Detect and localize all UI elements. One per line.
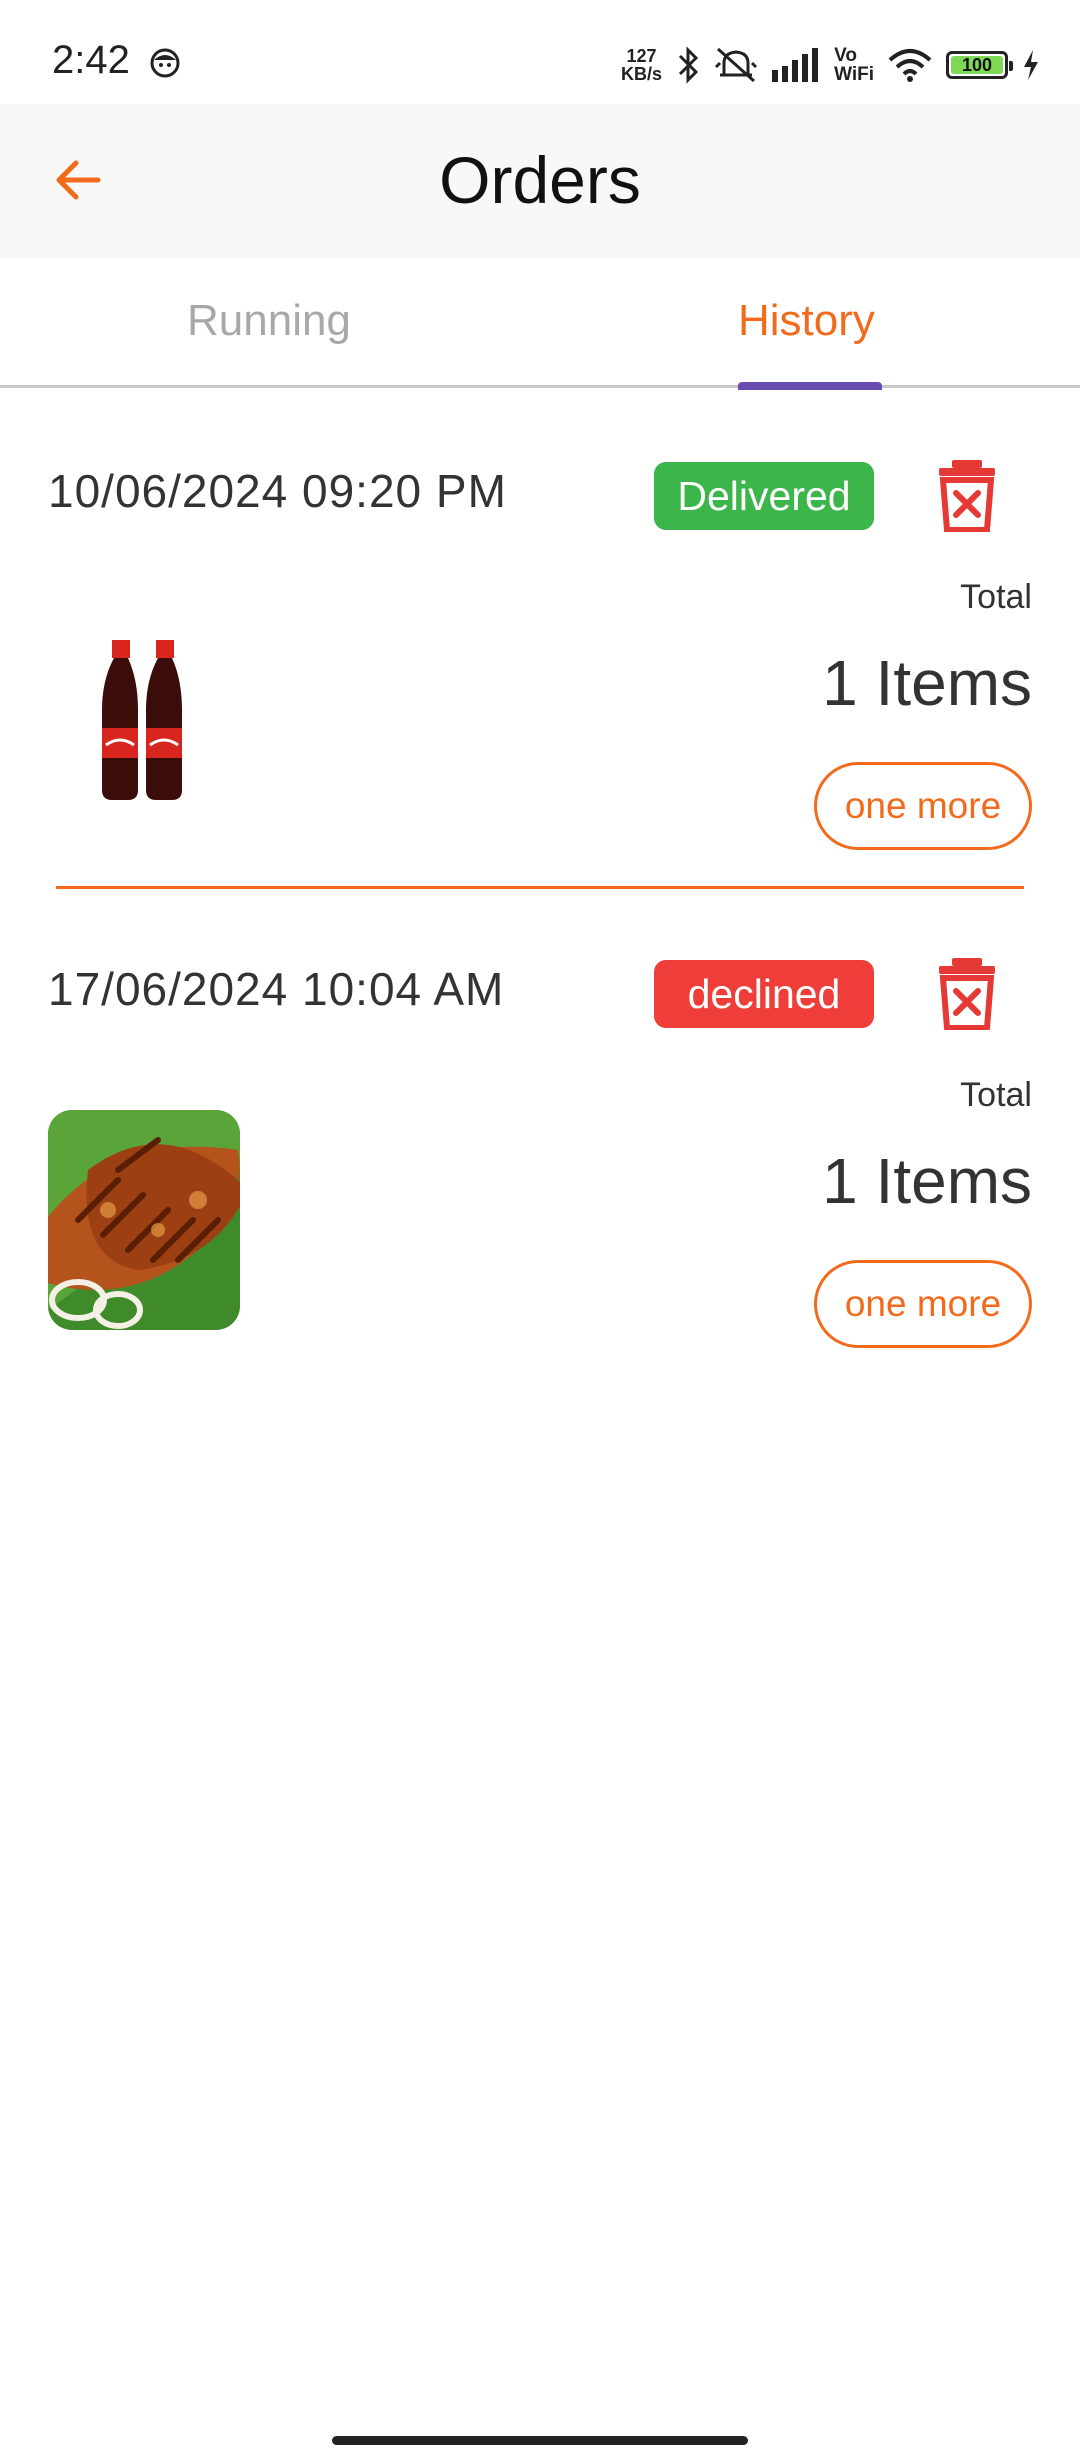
charging-icon bbox=[1024, 50, 1038, 80]
one-more-button[interactable]: one more bbox=[814, 762, 1032, 850]
signal-icon bbox=[772, 48, 819, 82]
battery-level: 100 bbox=[961, 54, 993, 75]
items-count: 1 Items bbox=[822, 1145, 1032, 1217]
one-more-button[interactable]: one more bbox=[814, 1260, 1032, 1348]
vowifi-top: Vo bbox=[834, 45, 857, 66]
status-badge: declined bbox=[654, 960, 874, 1028]
total-label: Total bbox=[960, 1076, 1032, 1114]
face-status-icon bbox=[150, 48, 180, 78]
fried-fish-image bbox=[48, 1110, 240, 1330]
order-date: 10/06/2024 09:20 PM bbox=[48, 465, 507, 517]
net-speed-value: 127 bbox=[626, 46, 657, 66]
items-count: 1 Items bbox=[822, 647, 1032, 719]
page-title: Orders bbox=[439, 143, 641, 217]
vowifi-indicator: Vo WiFi bbox=[834, 46, 874, 84]
cola-bottles-image bbox=[48, 610, 240, 830]
tab-history[interactable]: History bbox=[738, 296, 875, 346]
tab-bar: Running History bbox=[0, 258, 1080, 390]
delete-icon[interactable] bbox=[936, 956, 998, 1030]
status-time: 2:42 bbox=[52, 38, 130, 82]
status-icons: 127 KB/s Vo WiFi 100 bbox=[621, 40, 1040, 90]
vowifi-bottom: WiFi bbox=[834, 64, 874, 85]
total-label: Total bbox=[960, 578, 1032, 616]
bluetooth-icon bbox=[679, 46, 699, 84]
wifi-icon bbox=[888, 49, 932, 82]
tab-indicator bbox=[738, 382, 882, 390]
order-date: 17/06/2024 10:04 AM bbox=[48, 963, 505, 1015]
mute-icon bbox=[715, 47, 758, 83]
battery-icon: 100 bbox=[946, 51, 1013, 79]
app-bar: Orders bbox=[0, 104, 1080, 258]
home-indicator bbox=[332, 2436, 748, 2445]
status-bar: 2:42 127 KB/s Vo WiFi 100 bbox=[0, 0, 1080, 104]
net-speed-unit: KB/s bbox=[621, 64, 663, 84]
order-divider bbox=[56, 886, 1024, 889]
status-badge: Delivered bbox=[654, 462, 874, 530]
delete-icon[interactable] bbox=[936, 458, 998, 532]
tab-running[interactable]: Running bbox=[187, 296, 351, 346]
net-speed: 127 KB/s bbox=[621, 47, 662, 83]
